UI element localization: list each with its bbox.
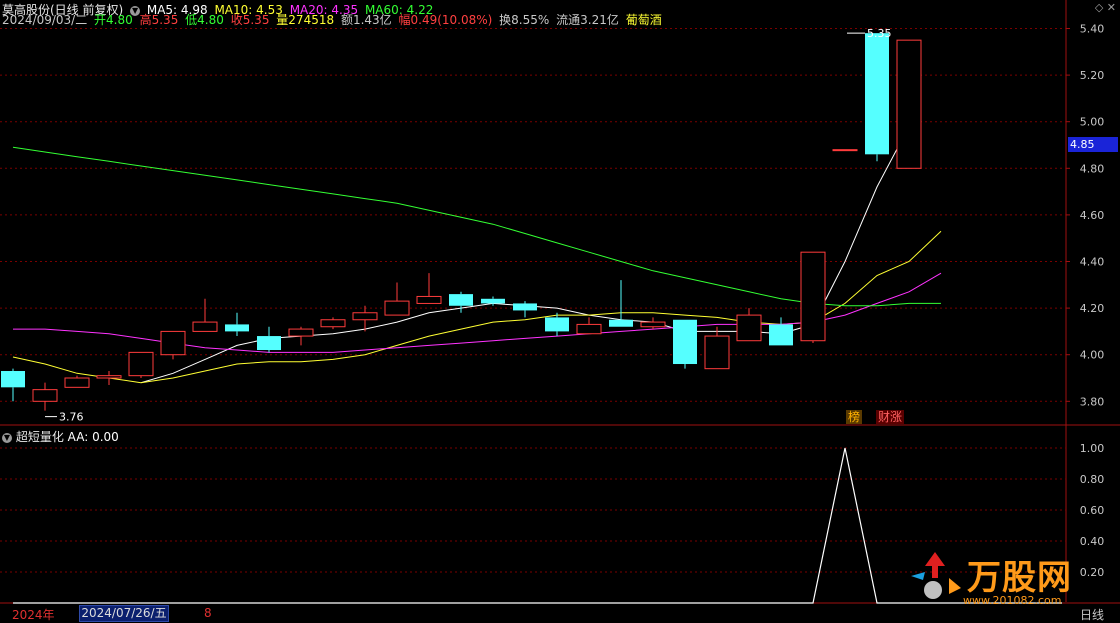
y-tick-label: 4.40 (1080, 256, 1105, 269)
quote-close: 收5.35 (230, 13, 270, 27)
indicator-name[interactable]: 超短量化 (16, 430, 64, 444)
caizhang-tag[interactable]: 财涨 (876, 410, 905, 424)
y-tick-label: 5.20 (1080, 69, 1105, 82)
candle-body (865, 33, 889, 155)
candle-body (576, 323, 602, 335)
y-tick-label: 4.20 (1080, 302, 1105, 315)
candle-body (384, 300, 410, 316)
candle-body (449, 294, 473, 306)
logo: 万股网 www.201082.com (905, 548, 1095, 610)
candle-body (288, 328, 314, 337)
y-tick-label: 4.00 (1080, 349, 1105, 362)
ind-y-tick-label: 1.00 (1080, 442, 1105, 455)
footer-bar: 2024年 2024/07/26/五 8 日线 (0, 604, 1120, 623)
candle-body (32, 389, 58, 402)
candle-body (673, 319, 697, 365)
candle-body (832, 149, 858, 152)
candle-body (128, 351, 154, 377)
candle-body (545, 317, 569, 332)
bang-tag[interactable]: 榜 (846, 410, 863, 424)
ind-y-tick-label: 0.40 (1080, 535, 1105, 548)
candle-body (257, 336, 281, 351)
chevron-down-icon[interactable]: ▼ (2, 432, 12, 443)
ind-y-tick-label: 0.60 (1080, 504, 1105, 517)
candle-body (513, 303, 537, 311)
indicator-header: ▼ 超短量化 AA: 0.00 (2, 428, 119, 445)
candle-body (769, 324, 793, 346)
quote-change: 幅0.49(10.08%) (398, 13, 493, 27)
candle-body (352, 312, 378, 321)
y-tick-label: 3.80 (1080, 395, 1105, 408)
candle-body (160, 330, 186, 356)
candle-body (225, 324, 249, 332)
footer-date: 2024/07/26/五 (79, 605, 169, 622)
candle-body (800, 251, 826, 342)
y-tick-label: 5.40 (1080, 23, 1105, 36)
candle-body (896, 39, 922, 169)
diamond-icon[interactable]: ◇ (1095, 1, 1103, 14)
quote-open: 开4.80 (94, 13, 133, 27)
candle-body (192, 321, 218, 332)
ind-y-tick-label: 0.80 (1080, 473, 1105, 486)
logo-text: 万股网 (967, 558, 1072, 598)
candle-body (416, 295, 442, 304)
footer-year: 2024年 (12, 608, 55, 622)
window-controls: ◇ ✕ (1095, 1, 1116, 14)
y-tick-label: 4.60 (1080, 209, 1105, 222)
quote-float: 流通3.21亿 (556, 13, 619, 27)
footer-mark: 8 (204, 606, 212, 620)
ma-line-ma5 (140, 126, 910, 384)
quote-date: 2024/09/03/二 (2, 13, 88, 27)
quote-volume: 量274518 (276, 13, 335, 27)
quote-turnover: 换8.55% (499, 13, 550, 27)
low-price-label: 3.76 (59, 411, 84, 424)
quote-low: 低4.80 (185, 13, 224, 27)
quote-high: 高5.35 (139, 13, 179, 27)
indicator-value: AA: 0.00 (67, 430, 119, 444)
candle-body (64, 377, 90, 388)
y-tick-label: 5.00 (1080, 116, 1105, 129)
candle-body (609, 319, 633, 327)
quote-concept[interactable]: 葡萄酒 (626, 13, 662, 27)
close-icon[interactable]: ✕ (1107, 1, 1116, 14)
current-price-label: 4.85 (1068, 137, 1118, 152)
chart-header: 莫高股份(日线 前复权) ▼ MA5: 4.98 MA10: 4.53 MA20… (0, 0, 1066, 30)
period-label[interactable]: 日线 (1080, 606, 1104, 623)
candle-body (320, 319, 346, 328)
candle-body (704, 335, 730, 370)
logo-figure-icon (911, 552, 961, 599)
quote-amount: 额1.43亿 (340, 13, 392, 27)
candle-body (96, 375, 122, 379)
candle-body (481, 298, 505, 304)
kline-chart[interactable]: 3.80 4.00 4.20 4.40 4.60 4.80 5.00 5.20 5.40 3.76… (0, 0, 1120, 623)
candle-body (1, 371, 25, 388)
candle-body (736, 314, 762, 342)
y-tick-label: 4.80 (1080, 162, 1105, 175)
header-line-2: 2024/09/03/二 开4.80 高5.35 低4.80 收5.35 量27… (2, 11, 665, 28)
candle-body (640, 321, 666, 328)
